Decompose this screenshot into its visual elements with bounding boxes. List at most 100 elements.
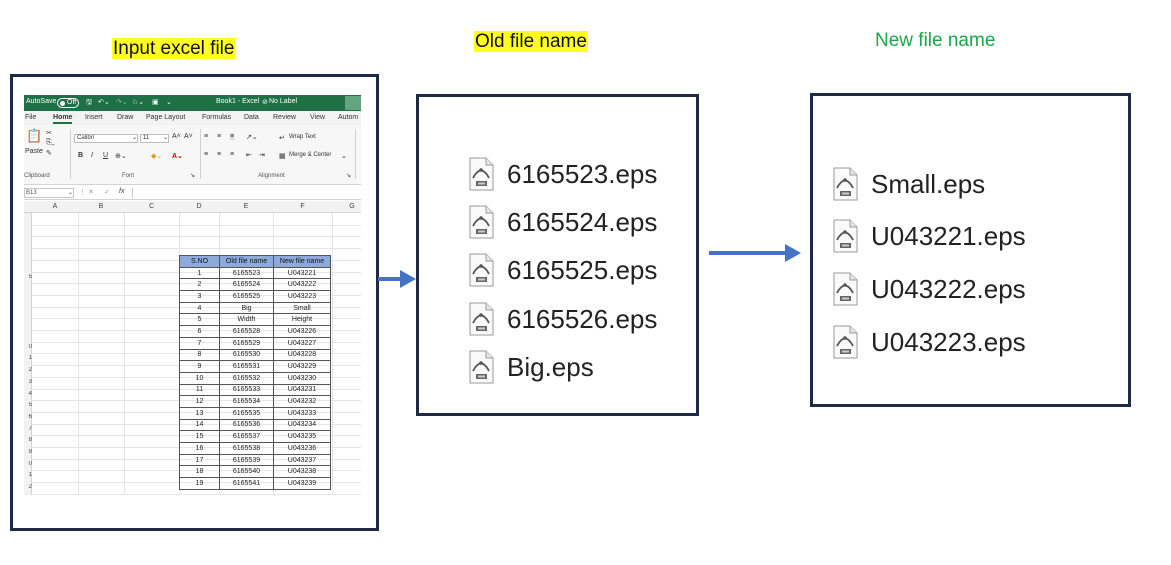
table-cell[interactable]: U043239 (273, 477, 331, 490)
align-left-icon[interactable]: ≡ (204, 151, 208, 158)
merge-center-icon[interactable]: ▦ (279, 152, 286, 160)
table-cell[interactable]: 6165531 (219, 360, 274, 373)
merge-center-button[interactable]: Merge & Center (289, 152, 331, 158)
row-header[interactable]: 2 (24, 484, 32, 490)
table-cell[interactable]: Height (273, 313, 331, 327)
cancel-entry-icon[interactable]: ✕ (88, 188, 94, 196)
table-cell[interactable]: 12 (179, 395, 220, 408)
row-header[interactable]: 7 (24, 426, 32, 432)
table-cell[interactable]: 6165540 (219, 465, 274, 479)
align-right-icon[interactable]: ≡ (230, 151, 234, 158)
table-cell[interactable]: U043226 (273, 325, 331, 338)
row-header[interactable]: 3 (24, 379, 32, 385)
table-cell[interactable]: 7 (179, 336, 220, 350)
tab-insert[interactable]: Insert (85, 114, 103, 121)
orientation-icon[interactable]: ↗⌄ (246, 133, 258, 141)
tab-page-layout[interactable]: Page Layout (146, 114, 185, 121)
column-header[interactable]: C (124, 203, 179, 210)
new-file-item[interactable]: U043222.eps (830, 263, 1026, 316)
tab-view[interactable]: View (310, 114, 325, 121)
wrap-text-icon[interactable]: ↵ (279, 134, 285, 142)
merge-dropdown-icon[interactable]: ⌄ (341, 152, 347, 160)
grow-font-button[interactable]: A˄ (172, 133, 181, 140)
align-top-icon[interactable]: ≡ (204, 133, 208, 140)
table-cell[interactable]: 4 (179, 301, 220, 315)
save-icon[interactable]: 🖫 (86, 98, 92, 109)
borders-icon[interactable]: ⊕⌄ (115, 152, 127, 160)
confirm-entry-icon[interactable]: ✓ (104, 188, 110, 196)
table-cell[interactable]: 3 (179, 290, 220, 303)
table-cell[interactable]: 14 (179, 418, 220, 432)
table-cell[interactable]: 2 (179, 278, 220, 292)
table-cell[interactable]: 6165532 (219, 371, 274, 385)
table-cell[interactable]: 6165528 (219, 325, 274, 338)
tab-automate[interactable]: Autom (338, 114, 358, 121)
table-cell[interactable]: 6165529 (219, 336, 274, 350)
table-cell[interactable]: 1 (179, 266, 220, 280)
table-cell[interactable]: U043237 (273, 453, 331, 467)
table-cell[interactable]: 11 (179, 383, 220, 397)
table-cell[interactable]: 6165539 (219, 453, 274, 467)
align-center-icon[interactable]: ≡ (217, 151, 221, 158)
table-cell[interactable]: U043223 (273, 290, 331, 303)
column-header[interactable]: A (32, 203, 78, 210)
fill-color-icon[interactable]: ◆⌄ (151, 152, 162, 160)
table-cell[interactable]: 15 (179, 430, 220, 443)
format-painter-icon[interactable]: ♘⌄ (132, 98, 144, 106)
row-header[interactable]: 6 (24, 414, 32, 420)
row-header[interactable]: 1 (24, 472, 32, 478)
new-file-item[interactable]: U043223.eps (830, 316, 1026, 369)
font-size-select[interactable]: 11 ⌄ (140, 134, 169, 143)
table-cell[interactable]: U043233 (273, 406, 331, 420)
row-header[interactable]: 4 (24, 391, 32, 397)
bold-button[interactable]: B (78, 152, 83, 159)
table-cell[interactable]: 9 (179, 360, 220, 373)
row-header[interactable]: 9 (24, 449, 32, 455)
table-cell[interactable]: 5 (179, 313, 220, 327)
underline-button[interactable]: U (103, 152, 108, 159)
align-bottom-icon[interactable]: ≡ (230, 133, 235, 140)
cut-icon[interactable]: ✂ (46, 129, 52, 137)
tab-file[interactable]: File (25, 114, 36, 121)
table-cell[interactable]: U043230 (273, 371, 331, 385)
old-file-item[interactable]: 6165524.eps (466, 198, 657, 246)
italic-button[interactable]: I (91, 152, 93, 159)
new-file-name-column-header[interactable]: New file name (273, 255, 331, 268)
format-painter-brush-icon[interactable]: ✎ (46, 149, 52, 157)
font-name-select[interactable]: Calibri ⌄ (74, 134, 138, 143)
row-header[interactable]: 8 (24, 437, 32, 443)
row-header[interactable]: 5 (24, 402, 32, 408)
row-header[interactable]: 0 (24, 461, 32, 467)
paste-label[interactable]: Paste (25, 148, 43, 155)
column-header[interactable]: B (78, 203, 124, 210)
table-cell[interactable]: 13 (179, 406, 220, 420)
table-cell[interactable]: U043221 (273, 266, 331, 280)
old-file-item[interactable]: 6165523.eps (466, 150, 657, 198)
table-cell[interactable]: U043229 (273, 360, 331, 373)
tab-review[interactable]: Review (273, 114, 296, 121)
table-cell[interactable]: 8 (179, 348, 220, 362)
table-cell[interactable]: U043232 (273, 395, 331, 408)
table-cell[interactable]: U043238 (273, 465, 331, 479)
table-cell[interactable]: 6165525 (219, 290, 274, 303)
row-header[interactable]: 0 (24, 344, 32, 350)
table-cell[interactable]: 6165530 (219, 348, 274, 362)
table-cell[interactable]: U043228 (273, 348, 331, 362)
autosave-toggle[interactable]: Off (57, 98, 79, 108)
table-cell[interactable]: Small (273, 301, 331, 315)
formula-input[interactable] (132, 188, 361, 198)
table-cell[interactable]: 6165523 (219, 266, 274, 280)
column-header[interactable]: E (219, 203, 273, 210)
table-cell[interactable]: 6165533 (219, 383, 274, 397)
table-cell[interactable]: 6165524 (219, 278, 274, 292)
new-file-item[interactable]: U043221.eps (830, 211, 1026, 264)
shrink-font-button[interactable]: A˅ (184, 133, 193, 140)
row-header[interactable]: 1 (24, 355, 32, 361)
undo-icon[interactable]: ↶⌄ (98, 98, 110, 106)
sno-column-header[interactable]: S.NO (179, 255, 220, 268)
name-box[interactable]: B13 ⌄ (24, 188, 74, 198)
row-header[interactable]: 5 (24, 274, 32, 280)
table-cell[interactable]: 6165536 (219, 418, 274, 432)
font-dialog-launcher-icon[interactable]: ↘ (190, 172, 195, 179)
tab-home[interactable]: Home (53, 114, 73, 124)
